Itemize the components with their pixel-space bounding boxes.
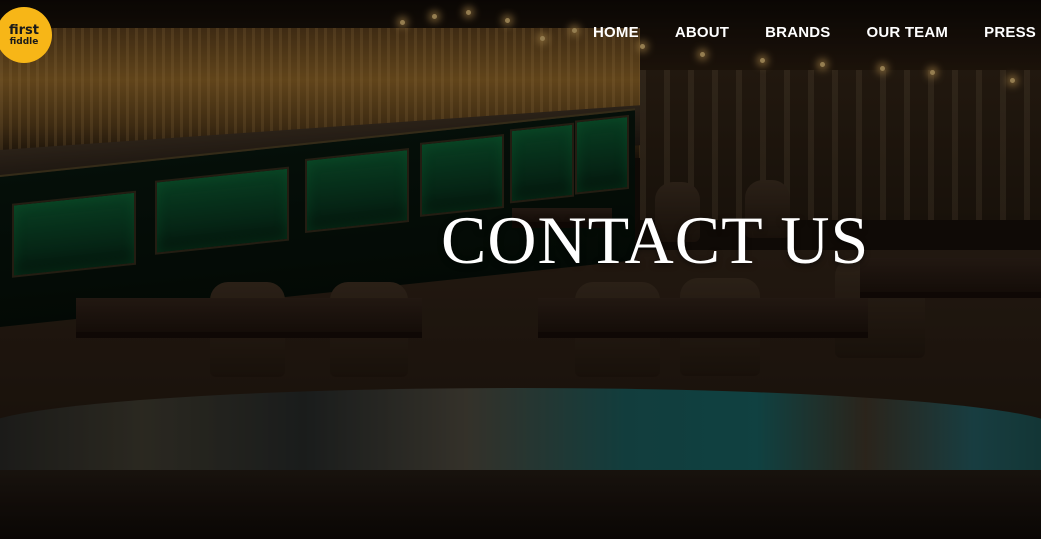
nav-item-home[interactable]: HOME (593, 24, 639, 41)
hero-section: first fiddle HOME ABOUT BRANDS OUR TEAM … (0, 0, 1041, 539)
logo-text-line2: fiddle (9, 36, 39, 47)
page-title: CONTACT US (441, 202, 870, 278)
logo-text-line1: first (9, 22, 39, 38)
nav-item-our-team[interactable]: OUR TEAM (867, 24, 949, 41)
main-nav: HOME ABOUT BRANDS OUR TEAM PRESS RE (593, 24, 1041, 41)
nav-item-press[interactable]: PRESS RE (984, 24, 1041, 41)
nav-item-brands[interactable]: BRANDS (765, 24, 830, 41)
nav-item-about[interactable]: ABOUT (675, 24, 729, 41)
